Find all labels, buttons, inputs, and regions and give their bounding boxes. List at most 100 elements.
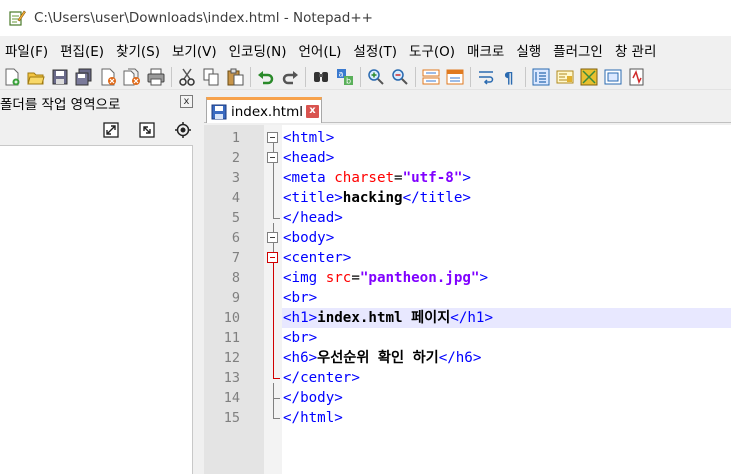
code-line[interactable]: <br>	[282, 328, 731, 348]
sync-horizontal-icon[interactable]	[445, 67, 465, 87]
code-line[interactable]: <meta charset="utf-8">	[282, 168, 731, 188]
save-all-icon[interactable]	[74, 67, 94, 87]
code-token-tag: >	[479, 270, 489, 286]
code-token-str: "pantheon.jpg"	[359, 270, 480, 286]
zoom-out-icon[interactable]	[390, 67, 410, 87]
fold-line	[273, 163, 274, 218]
code-line[interactable]: <title>hacking</title>	[282, 188, 731, 208]
panel-title: 폴더를 작업 영역으로	[0, 97, 121, 113]
code-line[interactable]: </body>	[282, 388, 731, 408]
code-token-tag: </h6>	[438, 350, 482, 366]
panel-toolbar	[0, 118, 197, 142]
menu-macro[interactable]: 매크로	[462, 40, 509, 60]
panel-splitter[interactable]	[197, 92, 204, 474]
locate-current-file-icon[interactable]	[173, 120, 193, 140]
new-file-icon[interactable]	[2, 67, 22, 87]
undo-icon[interactable]	[256, 67, 276, 87]
fold-end-marker	[273, 218, 280, 219]
menu-edit[interactable]: 편집(E)	[55, 40, 109, 60]
code-line[interactable]: <img src="pantheon.jpg">	[282, 268, 731, 288]
code-line[interactable]: <body>	[282, 228, 731, 248]
code-line[interactable]: </center>	[282, 368, 731, 388]
menu-encoding[interactable]: 인코딩(N)	[224, 40, 292, 60]
toolbar-separator	[470, 66, 471, 87]
toolbar-separator	[360, 66, 361, 87]
line-number: 11	[223, 330, 240, 346]
code-token-txt: hacking	[342, 190, 403, 206]
find-icon[interactable]	[311, 67, 331, 87]
open-file-icon[interactable]	[26, 67, 46, 87]
code-token-tag: </body>	[283, 390, 343, 406]
zoom-in-icon[interactable]	[366, 67, 386, 87]
editor-area: index.html x 1 2 3 4 5 6 7 8 9 10 11 12 13 14 15 <html…	[204, 92, 731, 474]
toolbar-separator	[305, 66, 306, 87]
word-wrap-icon[interactable]	[476, 67, 496, 87]
code-lines[interactable]: <html> <head> <meta charset="utf-8"> <title…	[282, 125, 731, 474]
save-icon[interactable]	[50, 67, 70, 87]
toolbar-separator	[171, 66, 172, 87]
code-token-tag: <center>	[283, 250, 352, 266]
code-line[interactable]: <br>	[282, 288, 731, 308]
fold-toggle-icon[interactable]	[267, 132, 278, 143]
code-token-str: "utf-8"	[402, 170, 463, 186]
folder-workspace-icon[interactable]	[603, 67, 623, 87]
line-number: 13	[223, 370, 240, 386]
code-editor[interactable]: 1 2 3 4 5 6 7 8 9 10 11 12 13 14 15 <html> <head> <meta …	[204, 125, 731, 474]
menu-view[interactable]: 보기(V)	[167, 40, 222, 60]
code-line[interactable]: </html>	[282, 408, 731, 428]
close-all-icon[interactable]	[122, 67, 142, 87]
line-number: 14	[223, 390, 240, 406]
menu-run[interactable]: 실행	[511, 40, 546, 60]
close-icon[interactable]	[98, 67, 118, 87]
line-number: 12	[223, 350, 240, 366]
menu-tools[interactable]: 도구(O)	[404, 40, 460, 60]
paste-icon[interactable]	[225, 67, 245, 87]
line-number: 2	[231, 150, 240, 166]
toolbar-separator	[525, 66, 526, 87]
tab-close-button[interactable]: x	[305, 105, 319, 118]
show-all-chars-icon[interactable]: ¶	[500, 67, 520, 87]
code-token-tag: <img	[283, 270, 326, 286]
folder-tree[interactable]	[0, 145, 193, 474]
code-line[interactable]: <h1>index.html 페이지</h1>	[282, 308, 731, 328]
print-icon[interactable]	[146, 67, 166, 87]
redo-icon[interactable]	[280, 67, 300, 87]
tab-bar: index.html x	[204, 92, 731, 123]
line-number: 15	[223, 410, 240, 426]
expand-all-icon[interactable]	[101, 120, 121, 140]
code-token-tag: <head>	[283, 150, 335, 166]
monitoring-icon[interactable]	[627, 67, 647, 87]
menu-language[interactable]: 언어(L)	[294, 40, 347, 60]
code-line[interactable]: <html>	[282, 128, 731, 148]
line-number-gutter: 1 2 3 4 5 6 7 8 9 10 11 12 13 14 15	[204, 125, 264, 474]
tab-index-html[interactable]: index.html x	[206, 97, 322, 123]
code-line[interactable]: </head>	[282, 208, 731, 228]
fold-toggle-icon[interactable]	[267, 232, 278, 243]
menu-plugins[interactable]: 플러그인	[548, 40, 608, 60]
code-token-eq: =	[351, 270, 360, 286]
sync-vertical-icon[interactable]	[421, 67, 441, 87]
menu-search[interactable]: 찾기(S)	[111, 40, 165, 60]
fold-toggle-icon[interactable]	[267, 152, 278, 163]
code-token-tag: <br>	[283, 330, 318, 346]
fold-margin[interactable]	[264, 125, 282, 474]
function-list-icon[interactable]	[579, 67, 599, 87]
menu-settings[interactable]: 설정(T)	[348, 40, 402, 60]
fold-line	[273, 263, 274, 378]
code-line[interactable]: <h6>우선순위 확인 하기</h6>	[282, 348, 731, 368]
code-line[interactable]: <center>	[282, 248, 731, 268]
svg-text:a: a	[339, 69, 344, 78]
title-bar: C:\Users\user\Downloads\index.html - Not…	[0, 0, 731, 36]
copy-icon[interactable]	[201, 67, 221, 87]
collapse-all-icon[interactable]	[137, 120, 157, 140]
code-token-tag: <h1>	[283, 310, 318, 326]
code-line[interactable]: <head>	[282, 148, 731, 168]
replace-icon[interactable]: ab	[335, 67, 355, 87]
cut-icon[interactable]	[177, 67, 197, 87]
menu-window[interactable]: 창 관리	[610, 40, 662, 60]
menu-file[interactable]: 파일(F)	[0, 40, 53, 60]
fold-toggle-icon[interactable]	[267, 252, 278, 263]
indent-guide-icon[interactable]	[531, 67, 551, 87]
panel-close-button[interactable]: x	[180, 95, 193, 108]
doc-map-icon[interactable]	[555, 67, 575, 87]
